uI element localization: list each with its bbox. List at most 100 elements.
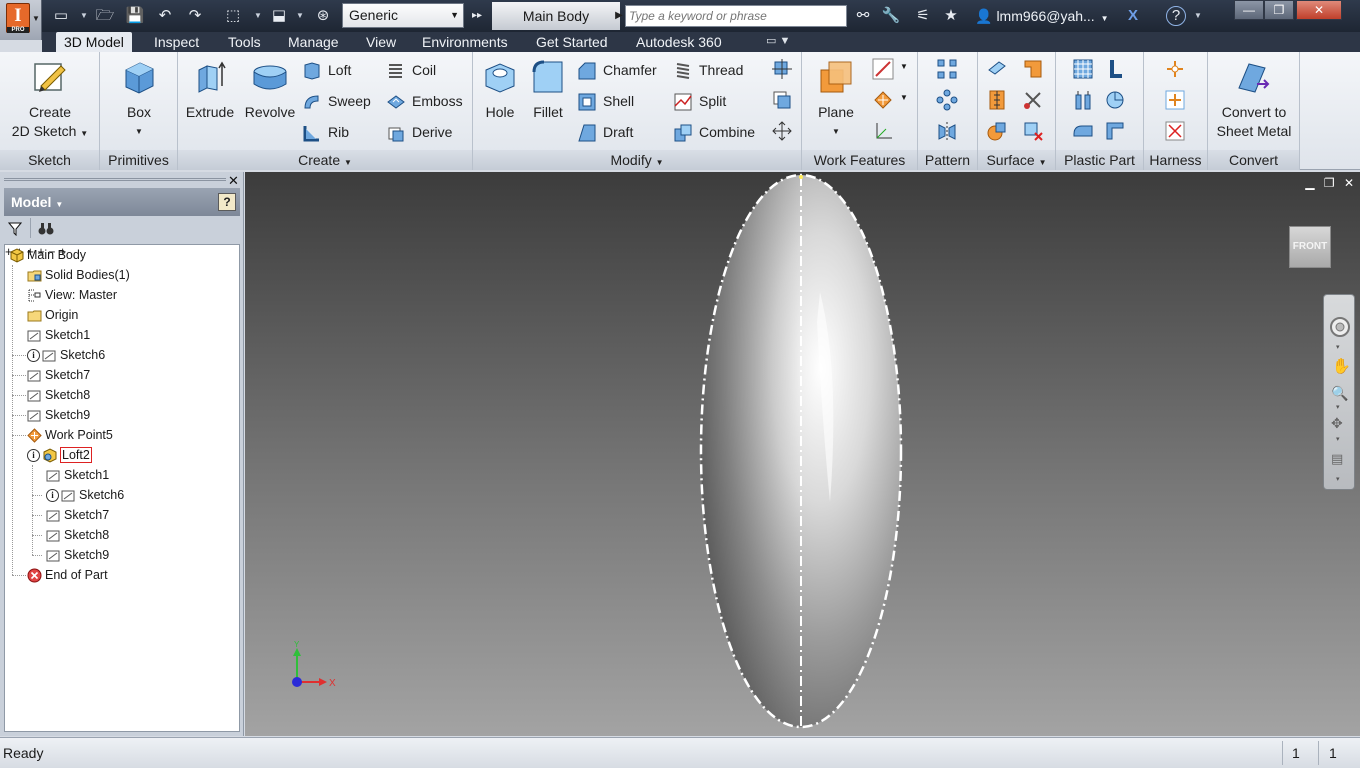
- snap-fit-button[interactable]: [1102, 56, 1128, 82]
- chamfer-button[interactable]: Chamfer: [577, 58, 657, 82]
- minimize-button[interactable]: —: [1234, 0, 1264, 20]
- tab-autodesk-360[interactable]: Autodesk 360: [628, 32, 730, 52]
- move-face-button[interactable]: [769, 56, 795, 82]
- tab-inspect[interactable]: Inspect: [146, 32, 207, 52]
- tree-node-view-master[interactable]: View: Master: [27, 285, 117, 305]
- appearance-icon[interactable]: ⊛: [312, 5, 334, 27]
- pan-hand-icon[interactable]: ✋: [1332, 357, 1351, 375]
- browser-grip[interactable]: [4, 178, 226, 181]
- coil-button[interactable]: Coil: [386, 58, 436, 82]
- expand-toolbar-icon[interactable]: ▸▸: [466, 5, 488, 27]
- tree-node-sketch6[interactable]: i Sketch6: [27, 345, 105, 365]
- rule-fillet-button[interactable]: [1070, 118, 1096, 144]
- tree-node-loft-sketch9[interactable]: Sketch9: [46, 545, 109, 565]
- tab-3d-model[interactable]: 3D Model: [56, 32, 132, 52]
- mirror-button[interactable]: [934, 118, 960, 144]
- tree-node-work-point5[interactable]: Work Point5: [27, 425, 113, 445]
- chevron-down-icon[interactable]: ▾: [1336, 343, 1340, 351]
- viewcube[interactable]: FRONT: [1289, 226, 1331, 268]
- tab-view[interactable]: View: [358, 32, 404, 52]
- rectangular-pattern-button[interactable]: [934, 56, 960, 82]
- wrench-icon[interactable]: 🔧: [880, 5, 902, 27]
- grill-button[interactable]: [1070, 56, 1096, 82]
- undo-icon[interactable]: ↶: [154, 5, 176, 27]
- chevron-down-icon[interactable]: ▾: [1336, 403, 1340, 411]
- tree-node-sketch7[interactable]: Sketch7: [27, 365, 90, 385]
- model-geometry[interactable]: [245, 172, 1360, 736]
- emboss-button[interactable]: Emboss: [386, 89, 463, 113]
- tab-manage[interactable]: Manage: [280, 32, 347, 52]
- axis-button[interactable]: [870, 56, 896, 82]
- fillet-button[interactable]: Fillet: [525, 58, 571, 122]
- find-binoculars-icon[interactable]: [38, 222, 54, 236]
- rest-button[interactable]: [1102, 87, 1128, 113]
- rib-button[interactable]: Rib: [302, 120, 349, 144]
- help-icon[interactable]: ?: [218, 193, 236, 211]
- point-dropdown-icon[interactable]: ▼: [900, 93, 908, 102]
- steering-wheel-icon[interactable]: [1328, 315, 1352, 339]
- stitch-button[interactable]: [984, 87, 1010, 113]
- zoom-icon[interactable]: 🔍: [1331, 385, 1348, 402]
- derive-button[interactable]: Derive: [386, 120, 452, 144]
- box-button[interactable]: Box ▼: [108, 58, 170, 141]
- tree-node-origin[interactable]: Origin: [27, 305, 78, 325]
- material-select[interactable]: Generic ▼: [342, 3, 464, 28]
- exchange-apps-icon[interactable]: X: [1122, 5, 1144, 27]
- help-icon[interactable]: ?: [1166, 6, 1186, 26]
- extrude-button[interactable]: Extrude: [182, 58, 238, 122]
- select-icon[interactable]: ⬓: [268, 5, 290, 27]
- copy-object-button[interactable]: [769, 87, 795, 113]
- sweep-button[interactable]: Sweep: [302, 89, 371, 113]
- search-input[interactable]: [625, 5, 847, 27]
- draft-button[interactable]: Draft: [577, 120, 633, 144]
- customize-icon[interactable]: ▾: [1336, 475, 1340, 483]
- thread-button[interactable]: Thread: [673, 58, 743, 82]
- return-dropdown-icon[interactable]: ▼: [254, 5, 262, 27]
- convert-to-sheet-metal-button[interactable]: Convert to Sheet Metal: [1210, 58, 1298, 141]
- tree-node-sketch8[interactable]: Sketch8: [27, 385, 90, 405]
- shell-button[interactable]: Shell: [577, 89, 634, 113]
- tree-node-sketch1[interactable]: Sketch1: [27, 325, 90, 345]
- tree-node-solid-bodies[interactable]: Solid Bodies(1): [27, 265, 130, 285]
- binoculars-icon[interactable]: ⚯: [852, 5, 874, 27]
- tab-environments[interactable]: Environments: [414, 32, 516, 52]
- tree-node-main-body[interactable]: Main Body: [9, 245, 86, 265]
- chevron-down-icon[interactable]: ▾: [1336, 435, 1340, 443]
- tree-node-loft-sketch7[interactable]: Sketch7: [46, 505, 109, 525]
- harness-properties-button[interactable]: [1162, 118, 1188, 144]
- application-menu-button[interactable]: I PRO ▼: [0, 0, 42, 40]
- new-file-icon[interactable]: ▭: [50, 5, 72, 27]
- tab-tools[interactable]: Tools: [220, 32, 269, 52]
- orbit-icon[interactable]: ✥: [1331, 415, 1343, 432]
- redo-icon[interactable]: ↷: [184, 5, 206, 27]
- ribbon-minimize-icon[interactable]: ▭ ▼: [766, 34, 790, 47]
- boss-button[interactable]: [1070, 87, 1096, 113]
- place-pin-button[interactable]: [1162, 56, 1188, 82]
- patch-button[interactable]: [1020, 56, 1046, 82]
- graphics-viewport[interactable]: ▁ ❐ ✕ FRONT ▾ ✋ 🔍 ▾ ✥ ▾ ▤ ▾ X Y: [245, 172, 1360, 736]
- axis-dropdown-icon[interactable]: ▼: [900, 62, 908, 71]
- new-dropdown-icon[interactable]: ▼: [80, 5, 88, 27]
- sculpt-button[interactable]: [984, 118, 1010, 144]
- tree-node-loft-sketch6[interactable]: i Sketch6: [46, 485, 124, 505]
- delete-face-button[interactable]: [1020, 118, 1046, 144]
- loft-button[interactable]: Loft: [302, 58, 351, 82]
- satellite-icon[interactable]: ⚟: [912, 5, 934, 27]
- tree-node-loft-sketch1[interactable]: Sketch1: [46, 465, 109, 485]
- tree-node-loft2[interactable]: i Loft2: [27, 445, 92, 465]
- tree-node-end-of-part[interactable]: End of Part: [27, 565, 108, 585]
- create-2d-sketch-button[interactable]: Create 2D Sketch ▼: [8, 58, 92, 143]
- filter-icon[interactable]: [8, 222, 22, 236]
- close-icon[interactable]: ✕: [228, 173, 239, 189]
- trim-button[interactable]: [1020, 87, 1046, 113]
- help-dropdown-icon[interactable]: ▼: [1194, 5, 1202, 27]
- return-icon[interactable]: ⬚: [222, 5, 244, 27]
- work-point-marker[interactable]: [799, 175, 803, 179]
- close-button[interactable]: ✕: [1296, 0, 1342, 20]
- move-bodies-button[interactable]: [769, 118, 795, 144]
- favorites-star-icon[interactable]: ★: [940, 5, 962, 27]
- select-dropdown-icon[interactable]: ▼: [296, 5, 304, 27]
- split-button[interactable]: Split: [673, 89, 726, 113]
- open-folder-icon[interactable]: 🗁: [94, 5, 116, 27]
- combine-button[interactable]: Combine: [673, 120, 755, 144]
